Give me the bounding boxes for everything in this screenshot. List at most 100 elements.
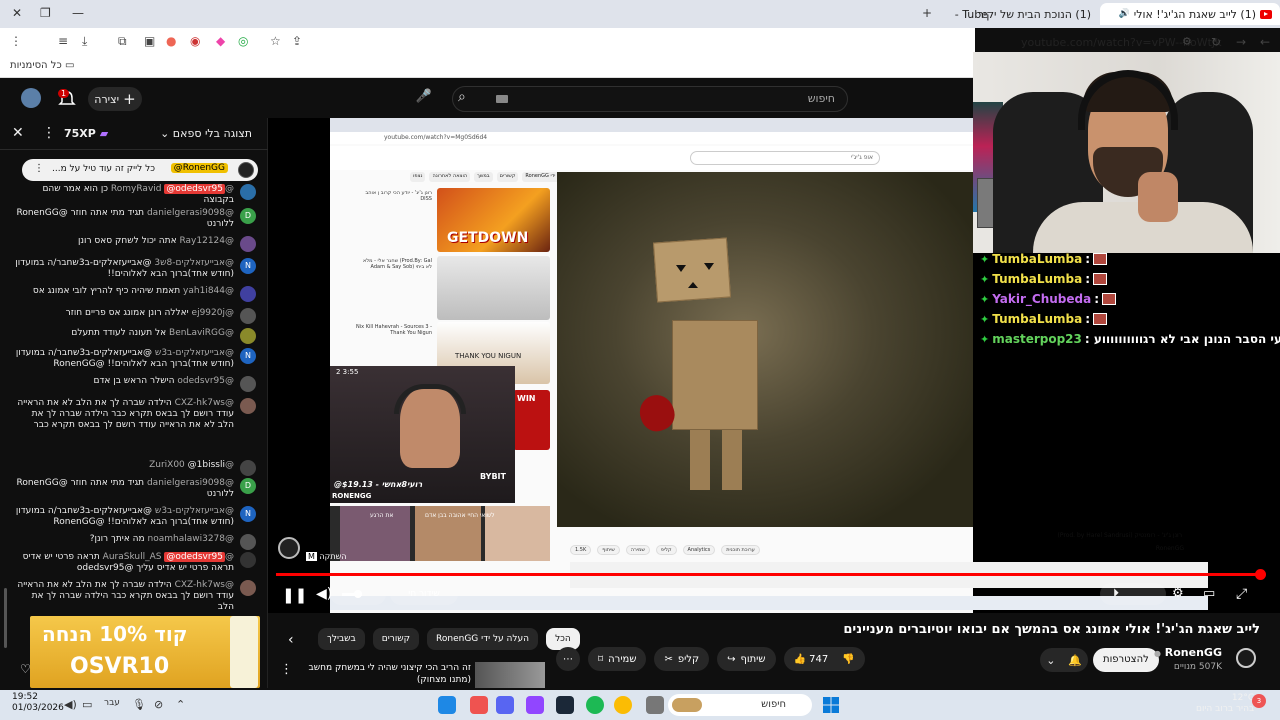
search-icon[interactable]: ⌕: [458, 89, 466, 105]
chat-avatar[interactable]: [240, 580, 256, 596]
chat-author[interactable]: @BenLaviRGG: [169, 328, 234, 338]
pause-icon[interactable]: ❚❚: [282, 586, 307, 604]
tab-hanukat-habait[interactable]: (1) הנוכת הבית של יקיר -: [975, 3, 1095, 25]
progress-scrubber[interactable]: [1255, 569, 1266, 580]
discord-icon[interactable]: [496, 696, 514, 714]
promo-banner[interactable]: קוד 10% הנחה OSVR10: [30, 616, 260, 688]
all-bookmarks-link[interactable]: כל הסימניות ▭: [10, 60, 74, 71]
extension-icon[interactable]: ◆: [216, 34, 225, 48]
autoplay-icon[interactable]: ⏵: [1113, 586, 1119, 601]
chat-message-list[interactable]: @RomyRavid @odedsvr95 כן הוא אמר שהם בקב…: [0, 184, 268, 624]
chat-message[interactable]: @yah1i844 תאמת שיהיה כיף להריץ לובי אמונ…: [14, 286, 234, 297]
back-icon[interactable]: ←: [1260, 35, 1270, 49]
chat-avatar[interactable]: [240, 286, 256, 302]
download-icon[interactable]: ⤓: [82, 34, 87, 49]
show-hidden-icons[interactable]: ⌃: [176, 698, 185, 711]
chat-message[interactable]: @ZuriX00 @1bissli: [14, 460, 234, 471]
extension-icon[interactable]: ◎: [238, 34, 248, 48]
chat-message[interactable]: @אבייעזאלקים-8ש3 @אבייעזאלקים-ב3שחבר/ה ב…: [14, 258, 234, 280]
fullscreen-icon[interactable]: ⤢: [1236, 586, 1247, 602]
chat-author[interactable]: @danielgerasi9098: [147, 478, 234, 488]
spotify-icon[interactable]: [586, 696, 604, 714]
chat-avatar[interactable]: [240, 552, 256, 568]
live-indicator[interactable]: שידור חי: [390, 583, 458, 605]
settings-gear-icon[interactable]: ⚙: [1172, 586, 1184, 601]
chat-message[interactable]: @RomyRavid @odedsvr95 כן הוא אמר שהם בקב…: [14, 184, 234, 206]
chat-author[interactable]: @CXZ-hk7ws: [175, 398, 234, 408]
taskbar-app-icon[interactable]: [470, 696, 488, 714]
extensions-icon[interactable]: ⧉: [118, 34, 127, 49]
volume-knob[interactable]: [354, 590, 362, 598]
clip-button[interactable]: קליפ ✂: [654, 647, 710, 671]
pinned-menu-icon[interactable]: ⋮: [34, 163, 44, 174]
chat-avatar[interactable]: N: [240, 348, 256, 364]
chat-avatar[interactable]: D: [240, 478, 256, 494]
close-window-icon[interactable]: ✕: [12, 6, 22, 20]
chat-avatar[interactable]: D: [240, 208, 256, 224]
chat-avatar[interactable]: [240, 398, 256, 414]
chat-message[interactable]: @אבייעזאלקים-ב3ש @אבייעזאלקים-ב3שחבר/ה ב…: [14, 506, 234, 528]
chat-author[interactable]: @yah1i844: [183, 286, 234, 296]
notification-count-badge[interactable]: 3: [1252, 694, 1266, 708]
chat-avatar[interactable]: [240, 460, 256, 476]
search-input[interactable]: [452, 86, 848, 112]
bookmark-star-icon[interactable]: ☆: [270, 34, 281, 48]
site-settings-icon[interactable]: ⚙: [1182, 35, 1192, 48]
extension-icon[interactable]: ▣: [144, 34, 155, 48]
chevron-left-icon[interactable]: ‹: [288, 632, 294, 648]
chat-author[interactable]: @CXZ-hk7ws: [175, 580, 234, 590]
chat-menu-icon[interactable]: ⋮: [42, 125, 56, 141]
maximize-window-icon[interactable]: ❐: [40, 6, 51, 20]
chat-message[interactable]: @אבייעזאלקים-ב3ש @אבייעזאלקים-ב3שחבר/ה ב…: [14, 348, 234, 370]
theater-mode-icon[interactable]: ▭: [1203, 586, 1215, 601]
weather-widget[interactable]: 12°C בהיר ברוב היום: [1196, 693, 1254, 715]
chat-author[interactable]: @אבייעזאלקים-8ש3: [154, 258, 234, 268]
language-indicator[interactable]: עבר: [104, 698, 120, 708]
like-button[interactable]: 747 👍: [794, 654, 829, 665]
forward-icon[interactable]: →: [1236, 35, 1246, 49]
chat-author[interactable]: @אבייעזאלקים-ב3ש: [155, 506, 234, 516]
close-chat-icon[interactable]: ✕: [12, 125, 24, 141]
channel-name[interactable]: RonenGG ●: [1154, 646, 1222, 659]
mic-tray-icon[interactable]: 🎙: [132, 698, 146, 711]
new-tab-icon[interactable]: +: [922, 6, 932, 20]
save-button[interactable]: שמירה ⌑: [588, 647, 647, 671]
related-menu-icon[interactable]: ⋮: [280, 662, 293, 677]
more-actions-button[interactable]: ⋯: [556, 647, 580, 671]
chat-message[interactable]: @danielgerasi9098 תגיד מתי אתה חוזר @Ron…: [14, 208, 234, 230]
filter-chip[interactable]: בשבילך: [318, 628, 365, 650]
chat-scrollbar[interactable]: [4, 588, 7, 648]
share-page-icon[interactable]: ⇪: [292, 34, 302, 48]
tab-youtube[interactable]: Tube -: [948, 3, 988, 25]
chat-avatar[interactable]: N: [240, 258, 256, 274]
chat-author[interactable]: @odedsvr95: [177, 376, 234, 386]
task-view-icon[interactable]: [646, 696, 664, 714]
filter-chip[interactable]: הכל: [546, 628, 580, 650]
reload-icon[interactable]: ↻: [1211, 35, 1221, 49]
chat-author[interactable]: @ej9920j: [192, 308, 234, 318]
mic-muted-tray-icon[interactable]: ⊘: [154, 698, 163, 711]
chat-avatar[interactable]: [240, 534, 256, 550]
chat-avatar[interactable]: [240, 376, 256, 392]
chat-author[interactable]: @אבייעזאלקים-ב3ש: [155, 348, 234, 358]
chat-avatar[interactable]: [240, 184, 256, 200]
chat-author[interactable]: @noamhalawi3278: [148, 534, 235, 544]
account-avatar[interactable]: [21, 88, 41, 108]
chat-avatar[interactable]: [240, 328, 256, 344]
share-button[interactable]: שיתוף ↪: [717, 647, 776, 671]
chat-message[interactable]: @Ray12124 אתה יכול לשחק סאס רונן: [14, 236, 234, 247]
chat-message[interactable]: @noamhalawi3278 מה איתך רונן?: [14, 534, 234, 545]
chat-message[interactable]: @CXZ-hk7ws הילדה שברה לך את הלב לא את הר…: [14, 398, 234, 431]
related-video-item[interactable]: זה הריב הכי קיצוני שהיה לי במשחק מחשב (מ…: [295, 662, 545, 688]
pinned-message[interactable]: ⋮ כל לייק זה עוד טיל על מ... @RonenGG: [22, 159, 258, 181]
chat-message[interactable]: @BenLaviRGG אל תעונה לעודד תתעלם: [14, 328, 234, 339]
chat-avatar[interactable]: [240, 236, 256, 252]
volume-icon[interactable]: ◀): [316, 586, 332, 602]
chat-message[interactable]: @ej9920j יאללה רונן אמונג אס פריים חוזר: [14, 308, 234, 319]
chat-message[interactable]: @AuraSkull_AS @odedsvr95 תראה פרטי יש אד…: [14, 552, 234, 574]
channel-avatar[interactable]: [1236, 648, 1256, 668]
xp-badge[interactable]: 75XP ▰: [64, 127, 108, 140]
extension-icon[interactable]: ●: [166, 34, 176, 48]
windows-start-icon[interactable]: [822, 696, 840, 714]
chat-avatar[interactable]: [240, 308, 256, 324]
